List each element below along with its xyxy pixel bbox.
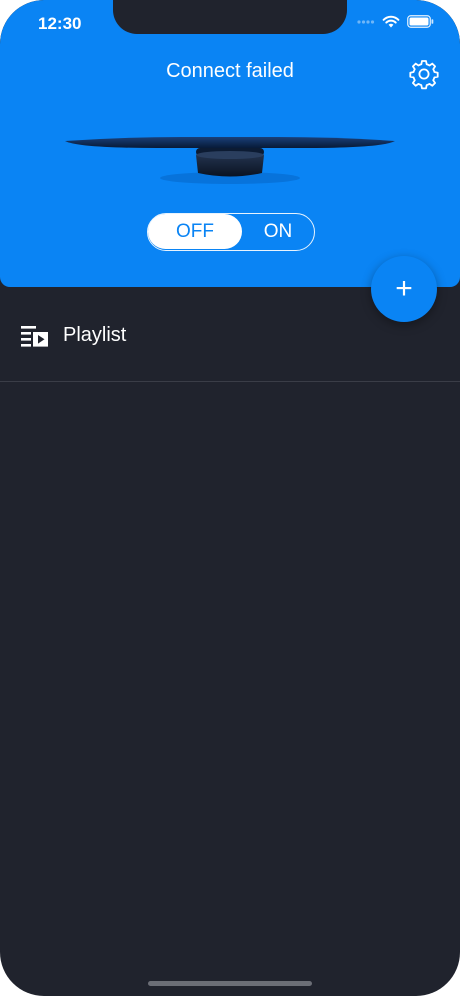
header-panel: 12:30 Connect failed OFF ON: [0, 0, 460, 287]
battery-icon: [407, 15, 434, 28]
status-icons: [357, 15, 434, 28]
app-screen: 12:30 Connect failed OFF ON + Playlist: [0, 0, 460, 996]
device-notch: [113, 0, 347, 34]
power-toggle[interactable]: OFF ON: [147, 213, 315, 251]
playlist-icon: [21, 326, 48, 347]
plus-icon: +: [395, 272, 413, 305]
home-indicator[interactable]: [148, 981, 312, 986]
hologram-fan-device-image: [65, 137, 395, 184]
list-item-playlist[interactable]: Playlist: [0, 305, 460, 382]
wifi-icon: [382, 15, 400, 28]
status-time: 12:30: [38, 14, 82, 33]
list-item-label: Playlist: [63, 324, 127, 346]
gear-icon[interactable]: [408, 58, 440, 90]
toggle-on-option[interactable]: ON: [242, 214, 314, 249]
connection-status-title: Connect failed: [166, 60, 294, 82]
signal-icon: [357, 19, 375, 24]
toggle-off-option[interactable]: OFF: [148, 214, 242, 249]
